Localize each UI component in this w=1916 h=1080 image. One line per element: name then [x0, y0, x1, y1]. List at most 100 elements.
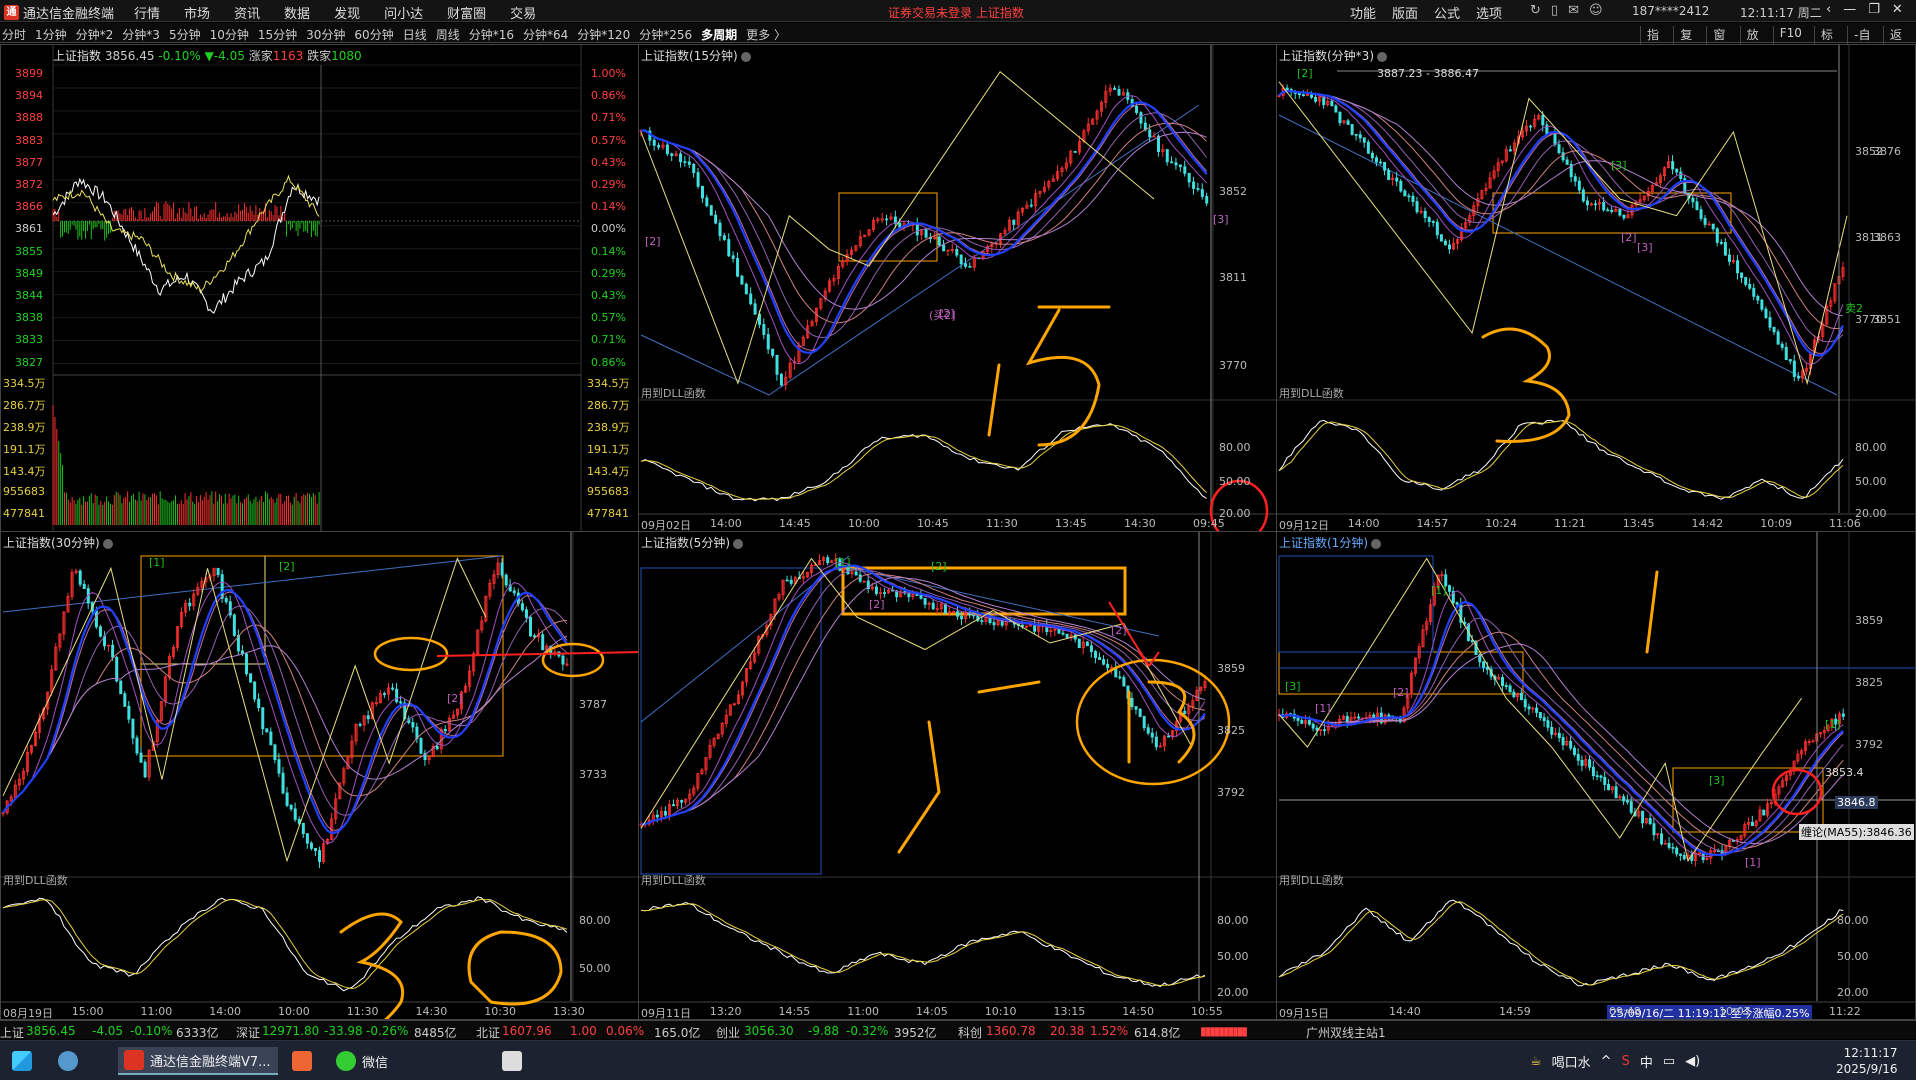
cy-index-label[interactable]: 创业 [716, 1024, 740, 1041]
time-axis-label: 11:30 [346, 1005, 379, 1018]
tab-1min[interactable]: 1分钟 [35, 26, 67, 43]
candle-body [874, 586, 878, 594]
account-id[interactable]: 187****2412 [1632, 4, 1709, 18]
taskbar-app-tdx[interactable]: 通达信金融终端V7... [118, 1047, 278, 1075]
candle-body [885, 218, 889, 221]
back-icon[interactable]: ‹ [1826, 2, 1831, 17]
candle-body [1439, 234, 1443, 242]
chart-3min-panel[interactable]: 上证指数(分钟*3) 3887.23 - 3886.47 用到DLL函数 385… [1276, 44, 1916, 532]
tray-up-icon[interactable]: ^ [1601, 1054, 1612, 1069]
maximize-icon[interactable]: ❐ [1868, 2, 1880, 17]
menu-formula[interactable]: 公式 [1434, 3, 1460, 22]
tab-5min[interactable]: 5分钟 [169, 26, 201, 43]
pct-axis-label: 0.71% [591, 333, 626, 347]
menu-market[interactable]: 市场 [184, 3, 210, 22]
chart-15min-panel[interactable]: 上证指数(15分钟) 用到DLL函数 3852 3811 3770 80.00 50.0… [638, 44, 1278, 532]
tab-10min[interactable]: 10分钟 [210, 26, 249, 43]
kc-index-label[interactable]: 科创 [958, 1024, 982, 1041]
tab-256min[interactable]: 分钟*256 [639, 26, 692, 43]
taskview-button[interactable] [52, 1047, 84, 1075]
taskbar-app-wechat[interactable]: 微信 [330, 1047, 394, 1075]
minimize-icon[interactable]: — [1843, 2, 1856, 17]
wechat-icon [336, 1051, 356, 1071]
tab-15min[interactable]: 15分钟 [258, 26, 297, 43]
tab-daily[interactable]: 日线 [403, 26, 427, 43]
chart-5min-panel[interactable]: 上证指数(5分钟) 用到DLL函数 3859 3825 3792 80.00 50.00… [638, 531, 1278, 1020]
candle-body [1760, 299, 1764, 310]
settings-dot-icon[interactable] [733, 538, 743, 549]
settings-dot-icon[interactable] [102, 538, 113, 549]
candle-body [139, 752, 143, 763]
network-icon[interactable]: ▭ [1663, 1054, 1675, 1069]
login-notice[interactable]: 证券交易未登录 上证指数 [888, 4, 1024, 21]
candle-body [1606, 209, 1610, 212]
menu-quotes[interactable]: 行情 [134, 3, 160, 22]
tab-60min[interactable]: 60分钟 [354, 26, 393, 43]
bj-index-label[interactable]: 北证 [476, 1024, 500, 1041]
menu-wealth[interactable]: 财富圈 [447, 3, 486, 22]
tab-2min[interactable]: 分钟*2 [76, 26, 114, 43]
kdj-k-line [640, 901, 1206, 988]
time-axis-label: 09月12日 [1279, 519, 1329, 532]
kdj-d-line [2, 898, 568, 990]
taskbar-app-flame[interactable] [286, 1047, 318, 1075]
weather-icon[interactable]: ☕ [1530, 1054, 1542, 1069]
menu-discover[interactable]: 发现 [334, 3, 360, 22]
ime-indicator[interactable]: 中 [1640, 1052, 1653, 1071]
menu-function[interactable]: 功能 [1350, 3, 1376, 22]
taskbar-clock[interactable]: 12:11:17 2025/9/16 [1836, 1045, 1898, 1077]
menu-layout[interactable]: 版面 [1392, 3, 1418, 22]
menu-trade[interactable]: 交易 [510, 3, 536, 22]
candle-body [1142, 716, 1146, 729]
menu-ask[interactable]: 问小达 [384, 3, 423, 22]
sh-index-change: -4.05 [92, 1024, 124, 1038]
tab-16min[interactable]: 分钟*16 [469, 26, 514, 43]
tab-64min[interactable]: 分钟*64 [523, 26, 568, 43]
trend-line [768, 104, 1200, 396]
message-icon[interactable]: ✉ [1568, 3, 1579, 18]
refresh-icon[interactable]: ↻ [1530, 3, 1541, 18]
volume-axis-label: 955683 [3, 485, 45, 498]
ma55-tooltip: 缠论(MA55):3846.36 [1799, 824, 1914, 840]
tab-timeshare[interactable]: 分时 [2, 26, 26, 43]
settings-dot-icon[interactable] [1377, 51, 1387, 62]
menu-data[interactable]: 数据 [284, 3, 310, 22]
chart-30min-panel[interactable]: 上证指数(30分钟) 用到DLL函数 3787 3733 80.00 50.00 08月… [0, 531, 640, 1020]
candle-body [1134, 706, 1138, 710]
settings-dot-icon[interactable] [740, 51, 751, 62]
menu-options[interactable]: 选项 [1476, 3, 1502, 22]
kdj-d-line [640, 903, 1206, 987]
close-icon[interactable]: ✕ [1892, 2, 1903, 17]
volume-icon[interactable]: ◀) [1685, 1054, 1700, 1069]
taskbar-app-file[interactable] [496, 1047, 528, 1075]
intraday-panel[interactable]: 上证指数 3856.45 -0.10% ▼-4.05 涨家1163 跌家1080… [0, 44, 640, 532]
phone-icon[interactable]: ▯ [1551, 3, 1558, 18]
candle-body [1691, 197, 1695, 203]
candle-body [1395, 177, 1399, 182]
weather-text[interactable]: 喝口水 [1552, 1052, 1591, 1071]
sh-index-label[interactable]: 上证 [0, 1024, 24, 1041]
candle-body [680, 800, 684, 803]
candle-body [1435, 221, 1439, 236]
tab-30min[interactable]: 30分钟 [306, 26, 345, 43]
sz-index-label[interactable]: 深证 [236, 1024, 260, 1041]
panel-title: 上证指数(1分钟) [1279, 534, 1381, 551]
candle-body [955, 248, 959, 256]
settings-dot-icon[interactable] [1371, 538, 1381, 549]
start-button[interactable] [6, 1047, 38, 1075]
tab-weekly[interactable]: 周线 [436, 26, 460, 43]
candle-body [1383, 162, 1387, 171]
kc-index-change: 20.38 [1050, 1024, 1085, 1038]
tab-more[interactable]: 更多 〉 [746, 26, 786, 43]
chart-1min-panel[interactable]: 上证指数(1分钟) 用到DLL函数 3853.4 3846.8 缠论(MA55)… [1276, 531, 1916, 1020]
menu-news[interactable]: 资讯 [234, 3, 260, 22]
user-icon[interactable]: ☺ [1589, 3, 1603, 18]
tab-3min[interactable]: 分钟*3 [122, 26, 160, 43]
server-station[interactable]: 广州双线主站1 [1306, 1024, 1386, 1041]
tab-120min[interactable]: 分钟*120 [577, 26, 630, 43]
candle-body [1146, 727, 1150, 734]
ime-sogou-icon[interactable]: S [1622, 1054, 1630, 1069]
price-axis-label: 3792 [1217, 786, 1245, 799]
highlight-circle [373, 636, 449, 672]
tab-multi-period[interactable]: 多周期 [701, 26, 737, 43]
